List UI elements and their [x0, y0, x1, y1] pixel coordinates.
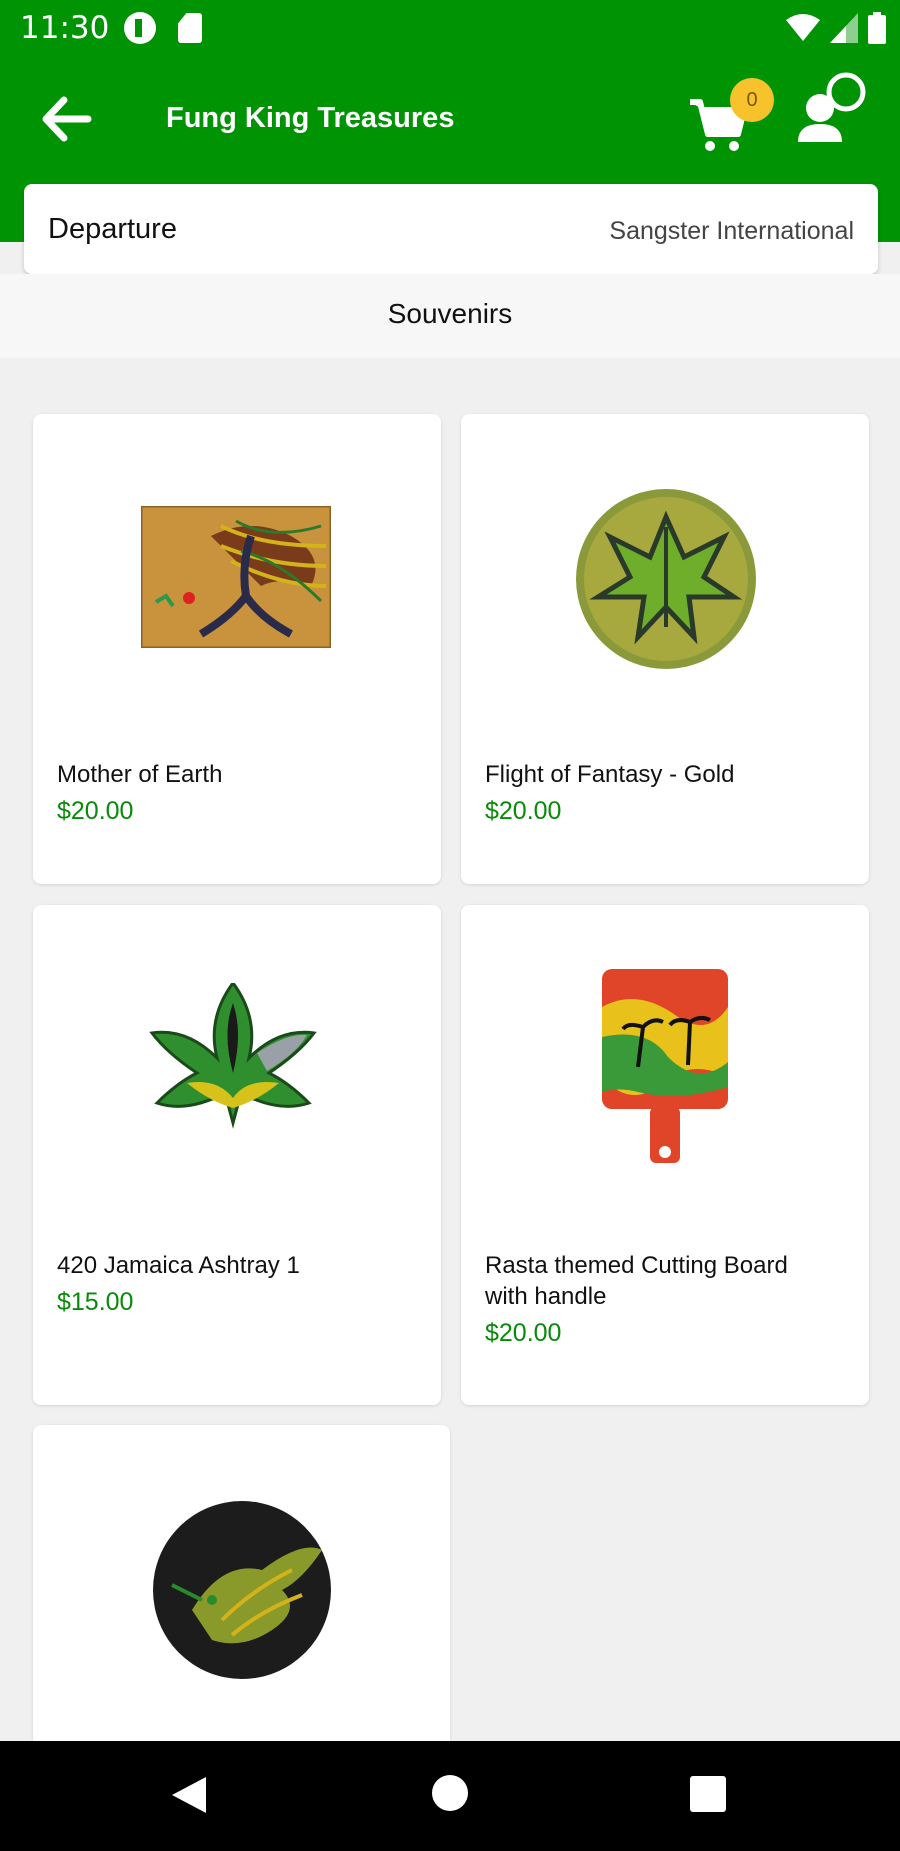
- section-title: Souvenirs: [387, 298, 513, 329]
- leaf-ashtray-thumbnail: [149, 983, 317, 1129]
- page-title: Fung King Treasures: [166, 102, 455, 134]
- product-card[interactable]: 420 Jamaica Ashtray 1 $15.00: [33, 905, 441, 1405]
- departure-label: Departure: [48, 213, 177, 245]
- signal-icon: [830, 13, 858, 43]
- product-price: $15.00: [57, 1288, 134, 1316]
- nav-home-icon[interactable]: [432, 1775, 468, 1811]
- departure-selector[interactable]: Departure Sangster International: [24, 184, 878, 274]
- profile-icon: [798, 72, 866, 142]
- battery-icon: [868, 12, 886, 44]
- round-leaf-plate-thumbnail: [576, 489, 756, 669]
- product-price: $20.00: [485, 1319, 562, 1347]
- product-name: Mother of Earth: [57, 761, 223, 788]
- back-button[interactable]: [38, 94, 96, 144]
- product-name: 420 Jamaica Ashtray 1: [57, 1252, 300, 1279]
- back-arrow-icon: [42, 96, 92, 142]
- status-bar: 11:30: [0, 0, 900, 56]
- painting-thumbnail: [141, 506, 331, 648]
- product-card[interactable]: Mother of Earth $20.00: [33, 414, 441, 884]
- app-notification-icon: [124, 12, 156, 44]
- product-price: $20.00: [57, 797, 134, 825]
- product-price: $20.00: [485, 797, 562, 825]
- wifi-icon: [786, 14, 820, 41]
- nav-recents-icon[interactable]: [690, 1776, 726, 1812]
- sd-card-icon: [178, 13, 202, 43]
- section-header: Souvenirs: [0, 274, 900, 358]
- product-card[interactable]: Flight of Fantasy - Gold $20.00: [461, 414, 869, 884]
- status-icons: [786, 10, 886, 46]
- product-card[interactable]: Rasta themed Cutting Board with handle $…: [461, 905, 869, 1405]
- profile-button[interactable]: [790, 72, 880, 152]
- cutting-board-thumbnail: [602, 969, 728, 1163]
- product-name: Flight of Fantasy - Gold: [485, 761, 735, 788]
- departure-value: Sangster International: [609, 217, 854, 245]
- cart-count-badge: 0: [730, 78, 774, 122]
- product-name: Rasta themed Cutting Board with handle: [485, 1252, 788, 1310]
- hummingbird-plate-thumbnail: [153, 1501, 331, 1679]
- nav-back-icon[interactable]: [168, 1775, 208, 1815]
- status-time: 11:30: [20, 10, 110, 46]
- system-nav-bar: [0, 1741, 900, 1851]
- product-card[interactable]: [33, 1425, 450, 1765]
- cart-button[interactable]: 0: [688, 78, 778, 158]
